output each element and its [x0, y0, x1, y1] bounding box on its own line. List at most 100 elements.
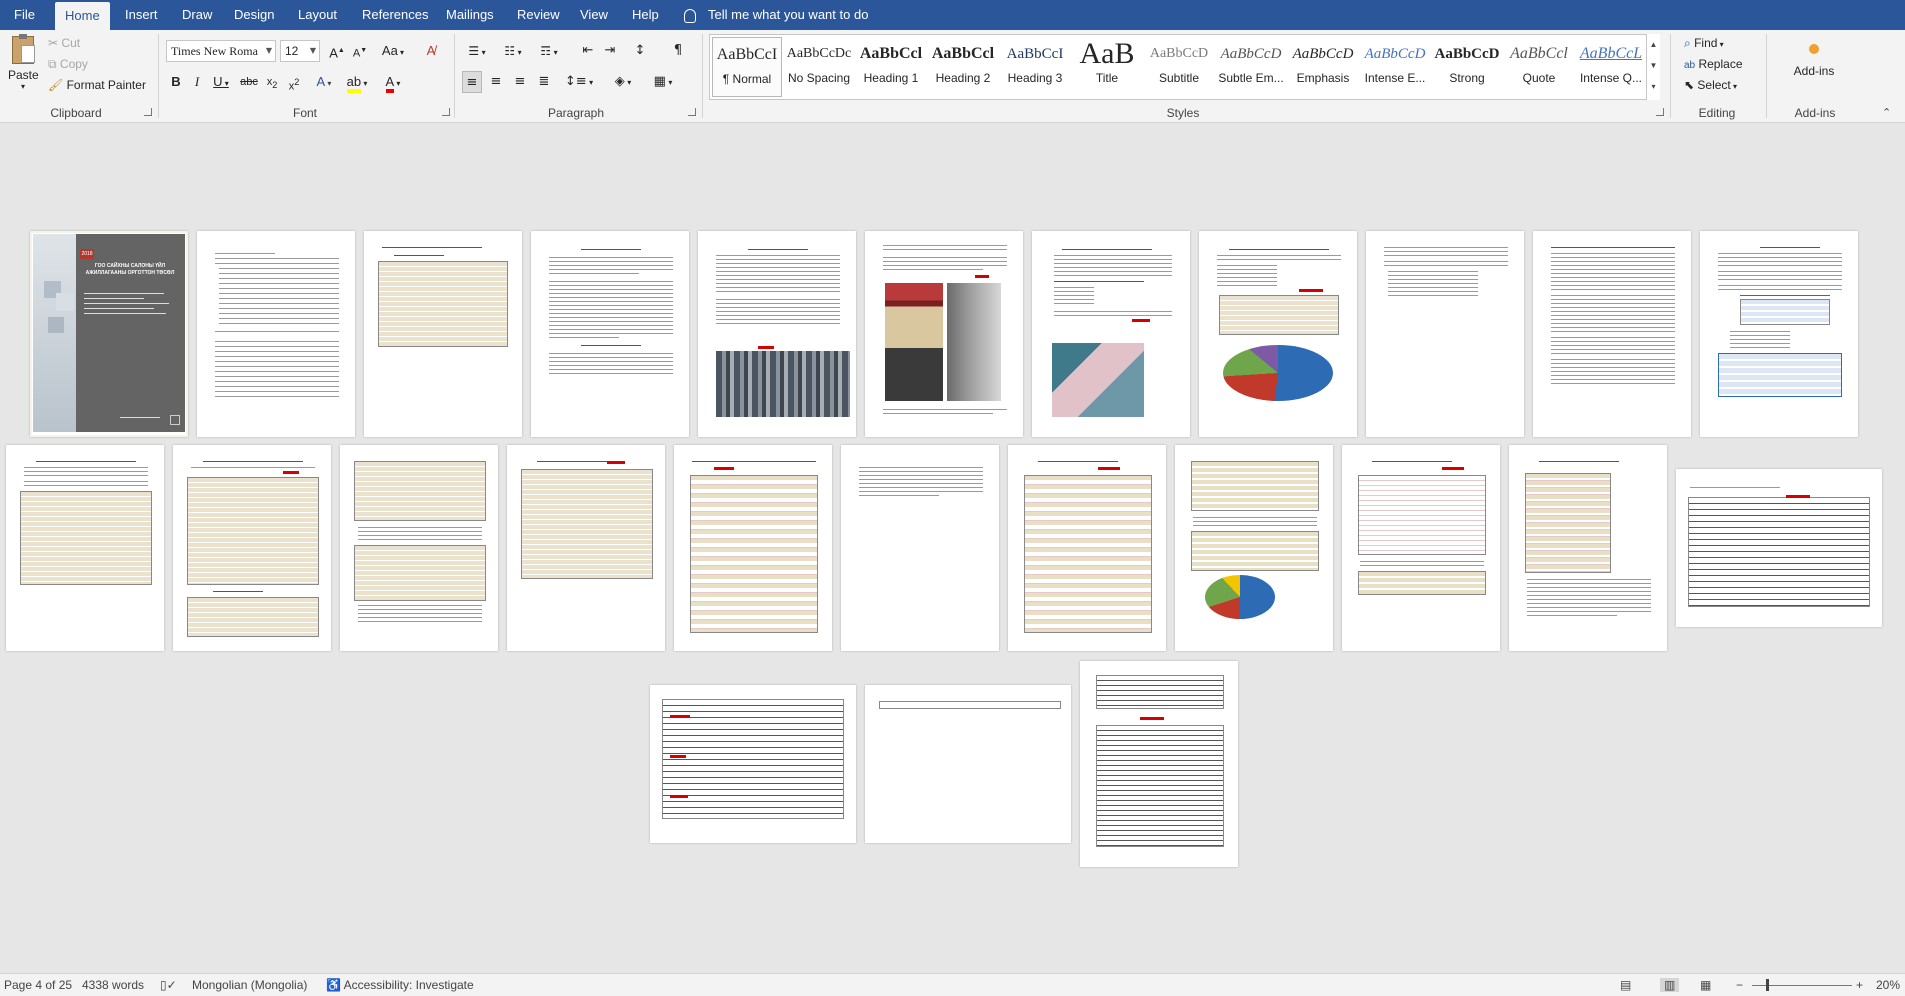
find-button[interactable]: ⌕ Find ▾: [1684, 36, 1724, 51]
style-quote[interactable]: AaBbCcl Quote: [1504, 37, 1574, 97]
page-8[interactable]: [1199, 231, 1357, 437]
read-mode-icon[interactable]: ▤: [1620, 978, 1631, 992]
style-title[interactable]: AaB Title: [1072, 37, 1142, 97]
show-formatting-marks-button[interactable]: ¶: [668, 40, 688, 62]
subscript-button[interactable]: x2: [262, 71, 282, 93]
page-2[interactable]: [197, 231, 355, 437]
highlight-color-button[interactable]: ab ▾: [342, 71, 372, 93]
font-launcher-icon[interactable]: [442, 108, 450, 116]
page-4[interactable]: [531, 231, 689, 437]
justify-button[interactable]: ≣: [534, 71, 554, 93]
more-styles-icon[interactable]: ▾: [1647, 76, 1660, 97]
tab-references[interactable]: References: [352, 0, 438, 30]
font-name-combo[interactable]: Times New Roma ▼: [166, 40, 276, 62]
clear-formatting-icon[interactable]: A̸: [420, 40, 442, 62]
line-spacing-button[interactable]: ↕≡ ▾: [564, 71, 594, 93]
style-intense-quote[interactable]: AaBbCcL Intense Q...: [1576, 37, 1646, 97]
chevron-up-icon[interactable]: ▲: [1647, 34, 1660, 55]
tab-review[interactable]: Review: [507, 0, 570, 30]
strikethrough-button[interactable]: abc: [238, 71, 260, 93]
style-subtitle[interactable]: AaBbCcD Subtitle: [1144, 37, 1214, 97]
accessibility-status[interactable]: ♿ Accessibility: Investigate: [326, 978, 474, 992]
sort-button[interactable]: ↕: [630, 40, 650, 62]
bold-button[interactable]: B: [166, 71, 186, 93]
style-heading-3[interactable]: AaBbCcI Heading 3: [1000, 37, 1070, 97]
styles-scroll[interactable]: ▲ ▼ ▾: [1646, 34, 1660, 100]
change-case-button[interactable]: Aa ▾: [378, 40, 408, 62]
decrease-indent-button[interactable]: ⇤: [578, 40, 598, 62]
page-20[interactable]: [1342, 445, 1500, 651]
page-14[interactable]: [340, 445, 498, 651]
underline-button[interactable]: U ▾: [208, 71, 234, 93]
font-size-combo[interactable]: 12 ▼: [280, 40, 320, 62]
superscript-button[interactable]: x2: [284, 71, 304, 93]
style-strong[interactable]: AaBbCcD Strong: [1432, 37, 1502, 97]
style-emphasis[interactable]: AaBbCcD Emphasis: [1288, 37, 1358, 97]
tab-draw[interactable]: Draw: [172, 0, 222, 30]
style-subtle-emphasis[interactable]: AaBbCcD Subtle Em...: [1216, 37, 1286, 97]
tab-help[interactable]: Help: [622, 0, 669, 30]
page-16[interactable]: [674, 445, 832, 651]
tab-mailings[interactable]: Mailings: [436, 0, 504, 30]
tab-file[interactable]: File: [4, 0, 45, 30]
replace-button[interactable]: ab Replace: [1684, 57, 1743, 71]
page-12[interactable]: [6, 445, 164, 651]
page-13[interactable]: [173, 445, 331, 651]
tab-design[interactable]: Design: [224, 0, 284, 30]
page-10[interactable]: [1533, 231, 1691, 437]
page-24-landscape[interactable]: [865, 685, 1071, 843]
multilevel-list-button[interactable]: ☶ ▾: [534, 40, 564, 62]
proofing-icon[interactable]: ▯✓: [160, 978, 177, 992]
page-1-cover[interactable]: 2018 ГОО САЙХНЫ САЛОНЫ ҮЙЛ АЖИЛЛАГААНЫ О…: [30, 231, 188, 437]
align-center-button[interactable]: ≡: [486, 71, 506, 93]
zoom-in-icon[interactable]: +: [1856, 978, 1863, 992]
tab-insert[interactable]: Insert: [115, 0, 168, 30]
increase-indent-button[interactable]: ⇥: [600, 40, 620, 62]
borders-button[interactable]: ▦ ▾: [648, 71, 678, 93]
page-15[interactable]: [507, 445, 665, 651]
style-normal[interactable]: AaBbCcI ¶ Normal: [712, 37, 782, 97]
page-3[interactable]: [364, 231, 522, 437]
web-layout-icon[interactable]: ▦: [1700, 978, 1711, 992]
align-left-button[interactable]: ≡: [462, 71, 482, 93]
page-25[interactable]: [1080, 661, 1238, 867]
page-23-landscape[interactable]: [650, 685, 856, 843]
page-7[interactable]: [1032, 231, 1190, 437]
font-color-button[interactable]: A ▾: [378, 71, 408, 93]
clipboard-launcher-icon[interactable]: [144, 108, 152, 116]
page-6[interactable]: [865, 231, 1023, 437]
cut-button[interactable]: ✂ Cut: [48, 36, 80, 50]
zoom-slider-thumb[interactable]: [1766, 979, 1769, 991]
shrink-font-button[interactable]: A▼: [350, 40, 370, 62]
document-canvas[interactable]: 2018 ГОО САЙХНЫ САЛОНЫ ҮЙЛ АЖИЛЛАГААНЫ О…: [0, 123, 1905, 973]
style-intense-emphasis[interactable]: AaBbCcD Intense E...: [1360, 37, 1430, 97]
page-count[interactable]: Page 4 of 25: [4, 978, 72, 992]
tab-layout[interactable]: Layout: [288, 0, 347, 30]
tell-me-search[interactable]: Tell me what you want to do: [684, 0, 868, 30]
paragraph-launcher-icon[interactable]: [688, 108, 696, 116]
format-painter-button[interactable]: 🖌 Format Painter: [48, 78, 146, 92]
tab-home[interactable]: Home: [55, 2, 110, 30]
text-effects-button[interactable]: A ▾: [310, 71, 338, 93]
grow-font-button[interactable]: A▲: [327, 40, 347, 62]
language[interactable]: Mongolian (Mongolia): [192, 978, 307, 992]
style-heading-2[interactable]: AaBbCcl Heading 2: [928, 37, 998, 97]
align-right-button[interactable]: ≡: [510, 71, 530, 93]
select-button[interactable]: ⬉ Select ▾: [1684, 78, 1737, 92]
word-count[interactable]: 4338 words: [82, 978, 144, 992]
style-heading-1[interactable]: AaBbCcl Heading 1: [856, 37, 926, 97]
page-9[interactable]: [1366, 231, 1524, 437]
page-11[interactable]: [1700, 231, 1858, 437]
page-18[interactable]: [1008, 445, 1166, 651]
page-19[interactable]: [1175, 445, 1333, 651]
zoom-out-icon[interactable]: −: [1736, 978, 1743, 992]
page-21[interactable]: [1509, 445, 1667, 651]
tab-view[interactable]: View: [570, 0, 618, 30]
page-5[interactable]: [698, 231, 856, 437]
style-no-spacing[interactable]: AaBbCcDc No Spacing: [784, 37, 854, 97]
copy-button[interactable]: ⧉ Copy: [48, 57, 88, 72]
page-17[interactable]: [841, 445, 999, 651]
zoom-level[interactable]: 20%: [1876, 978, 1900, 992]
shading-button[interactable]: ◈ ▾: [608, 71, 638, 93]
paste-button[interactable]: Paste ▾: [8, 34, 39, 91]
